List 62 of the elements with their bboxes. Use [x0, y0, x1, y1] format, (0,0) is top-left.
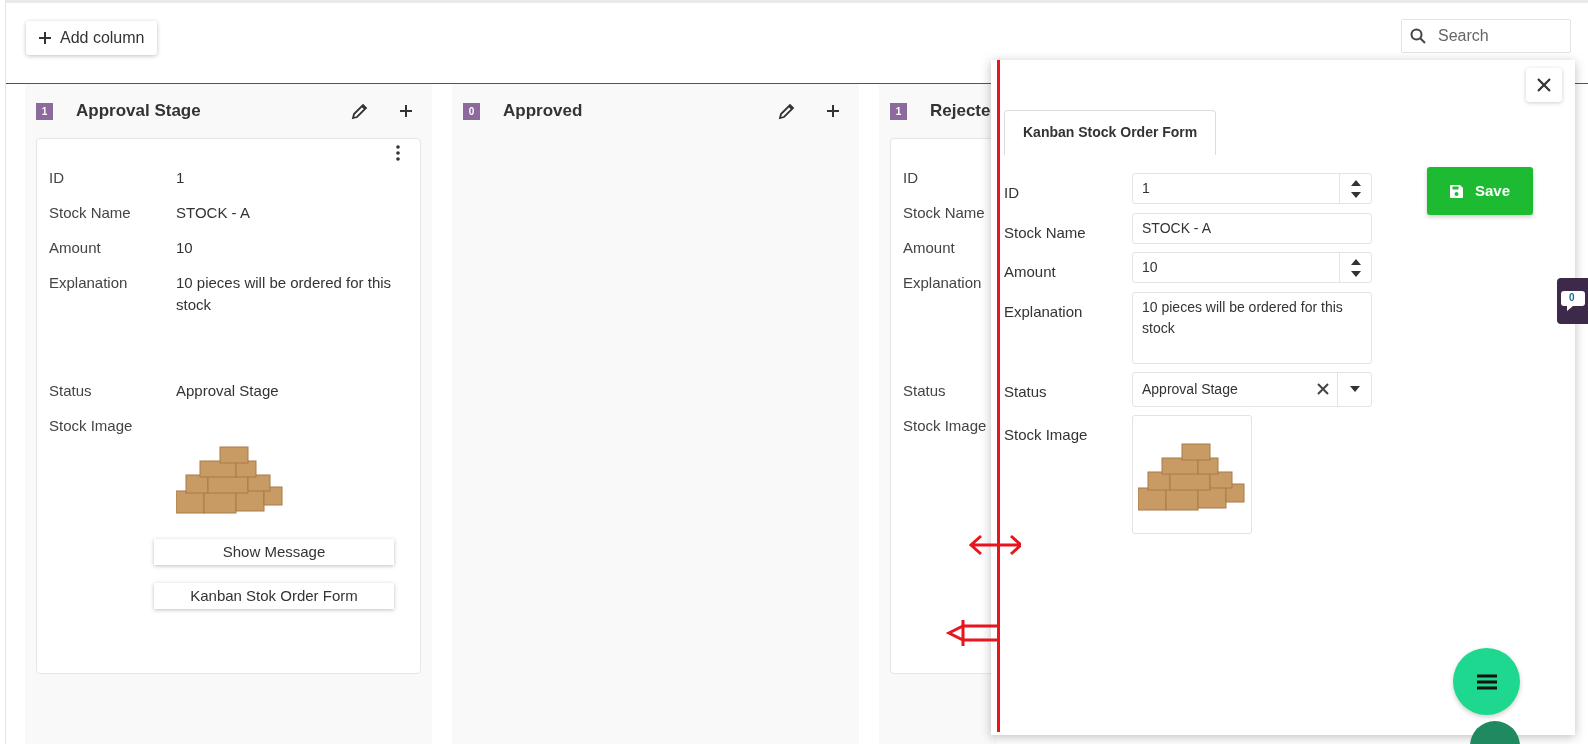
field-label: ID: [903, 168, 919, 188]
close-icon: [1317, 383, 1329, 395]
floppy-icon: [1449, 184, 1463, 198]
more-button[interactable]: [396, 145, 400, 161]
field-label: Stock Image: [1004, 424, 1089, 445]
column-title: Approval Stage: [76, 100, 202, 123]
chat-button[interactable]: 0: [1557, 278, 1588, 324]
count-badge: 1: [36, 102, 53, 120]
plus-icon: [38, 31, 52, 45]
status-dropdown[interactable]: Approval Stage: [1132, 371, 1372, 407]
pencil-icon: [778, 102, 796, 120]
field-label: Amount: [49, 238, 102, 258]
search-icon: [1410, 28, 1426, 44]
double-arrow-annotation: [968, 534, 1021, 556]
search-field[interactable]: Search: [1436, 23, 1546, 49]
add-column-button[interactable]: Add column: [26, 21, 157, 55]
field-label: Amount: [1004, 262, 1057, 282]
field-label: Stock Name: [49, 203, 132, 223]
field-label: Status: [903, 381, 947, 401]
field-label: Status: [49, 381, 93, 401]
field-label: Stock Image: [49, 416, 134, 436]
number-field[interactable]: 10: [1133, 253, 1339, 282]
field-label: Explanation: [49, 273, 129, 293]
chat-count: 0: [1569, 291, 1575, 305]
form-button[interactable]: Kanban Stok Order Form: [154, 583, 394, 609]
kebab-icon: [396, 145, 400, 161]
text-area[interactable]: 10 pieces will be ordered for this stock: [1132, 291, 1372, 364]
menu-icon: [1476, 673, 1497, 690]
field-label: ID: [49, 168, 65, 188]
column-title: Rejecte: [930, 100, 992, 123]
count-badge: 0: [463, 102, 480, 120]
field-label: Stock Image: [903, 416, 988, 436]
search-box[interactable]: Search: [1401, 19, 1571, 53]
field-label: Status: [1004, 381, 1048, 402]
field-value: 10: [176, 238, 194, 258]
field-label: ID: [1004, 183, 1020, 203]
form-tab[interactable]: Kanban Stock Order Form: [1004, 110, 1217, 155]
plus-icon: [399, 104, 413, 118]
field-value: 10 pieces will be ordered for this stock: [176, 273, 393, 315]
close-button[interactable]: [1526, 68, 1562, 102]
count-badge: 1: [890, 102, 907, 120]
close-icon: [1537, 78, 1551, 92]
field-label: Amount: [903, 238, 956, 258]
caret-icon: [1349, 386, 1360, 392]
field-value: STOCK - A: [176, 203, 251, 223]
spinner-icon[interactable]: [1350, 178, 1361, 199]
plus-icon: [826, 104, 840, 118]
field-value: 1: [176, 168, 186, 188]
number-field[interactable]: 1: [1133, 174, 1339, 203]
pencil-icon: [351, 102, 369, 120]
number-spinner-box[interactable]: 1: [1132, 173, 1372, 204]
column-title: Approved: [503, 100, 584, 123]
field-label: Stock Name: [903, 203, 986, 223]
show-message-button[interactable]: Show Message: [154, 539, 394, 565]
spinner-icon[interactable]: [1350, 257, 1361, 278]
field-label: Explanation: [903, 273, 983, 293]
field-value: Approval Stage: [176, 381, 280, 401]
field-label: Explanation: [1004, 301, 1084, 322]
field-label: Stock Name: [1004, 222, 1087, 243]
left-arrow-annotation: [945, 618, 999, 648]
number-spinner-box[interactable]: 10: [1132, 252, 1372, 283]
input-field[interactable]: STOCK - A: [1133, 213, 1371, 243]
